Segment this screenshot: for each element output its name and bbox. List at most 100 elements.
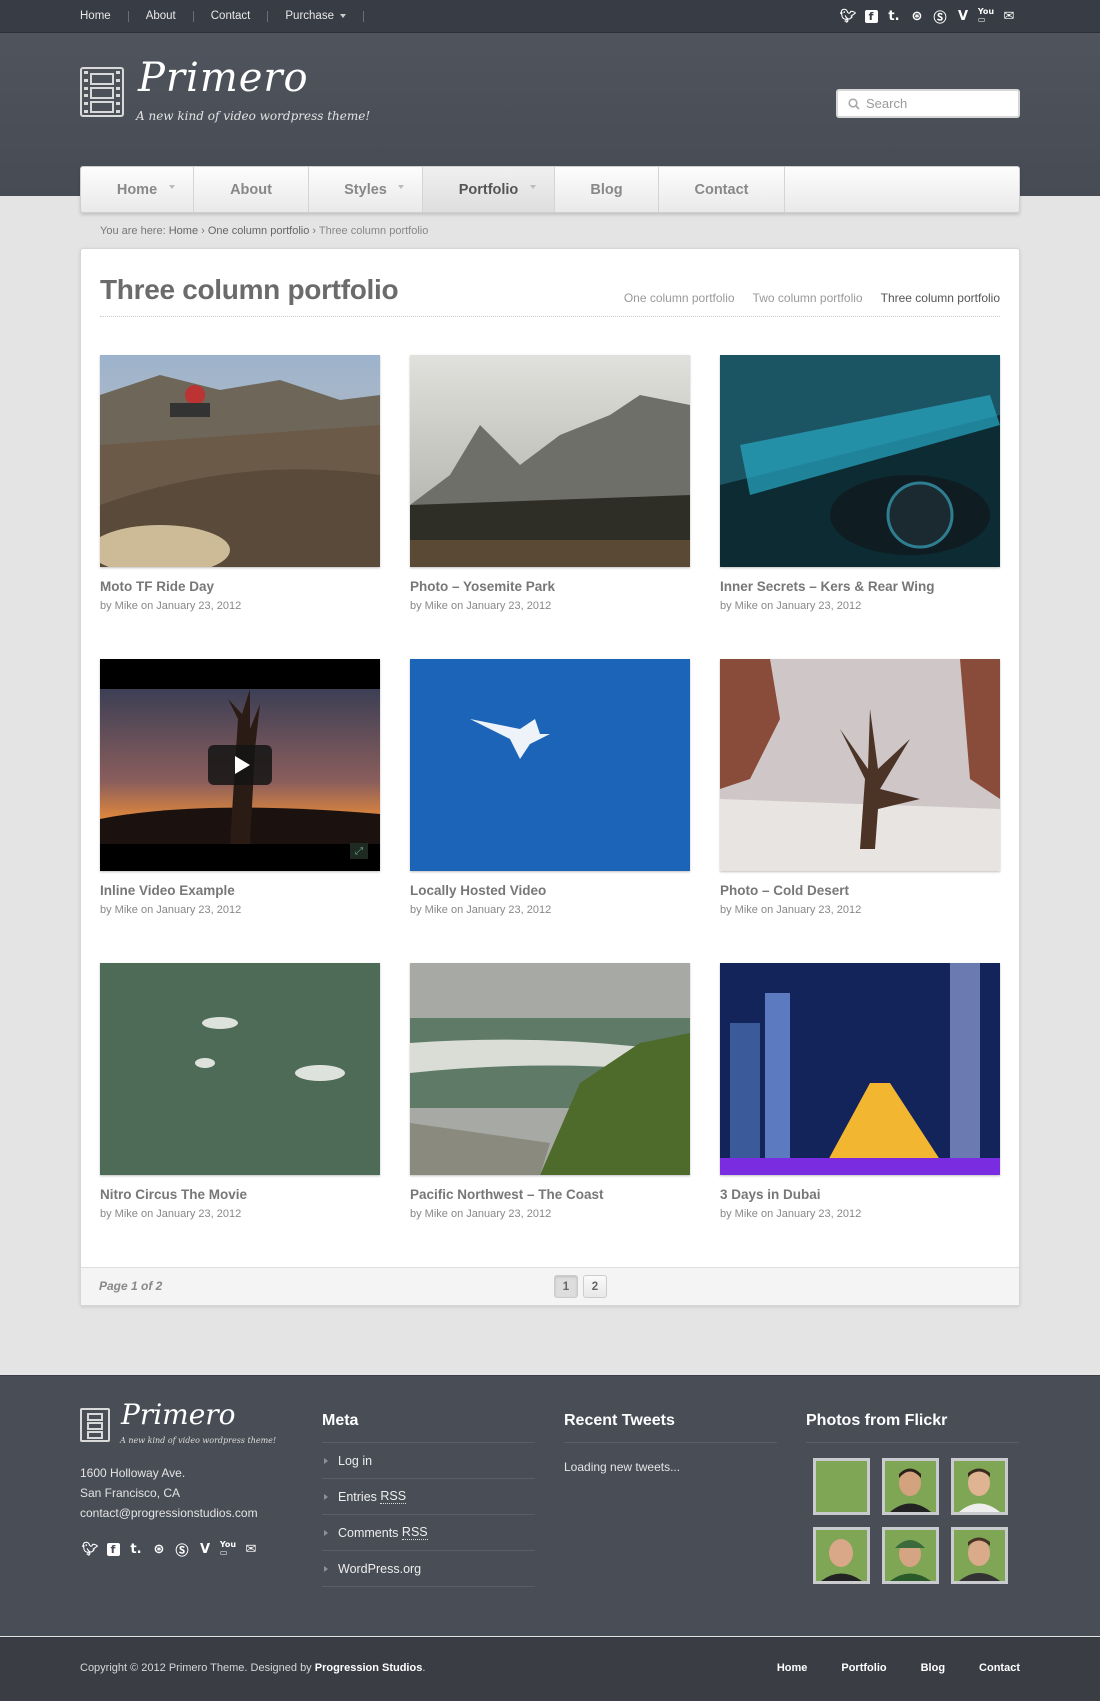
nav-about[interactable]: About [194, 167, 309, 212]
portfolio-item[interactable]: Photo – Yosemite Park by Mike on January… [410, 355, 690, 612]
topnav-home[interactable]: Home [80, 10, 111, 22]
portfolio-item[interactable]: ⤢ Inline Video Example by Mike on Januar… [100, 659, 380, 916]
contact-email[interactable]: contact@progressionstudios.com [80, 1503, 258, 1523]
twitter-icon[interactable]: 🐦︎ [838, 6, 858, 26]
flickr-photo[interactable] [813, 1458, 870, 1515]
portfolio-item[interactable]: 3 Days in Dubai by Mike on January 23, 2… [720, 963, 1000, 1220]
meta-link-login[interactable]: Log in [322, 1443, 535, 1479]
meta-link-comments-rss[interactable]: Comments RSS [322, 1515, 535, 1551]
dribbble-icon[interactable]: ⊛ [907, 6, 927, 26]
flickr-photo[interactable] [882, 1527, 939, 1584]
portfolio-item[interactable]: Nitro Circus The Movie by Mike on Januar… [100, 963, 380, 1220]
page-button-1[interactable]: 1 [554, 1275, 578, 1298]
portfolio-thumbnail[interactable] [100, 355, 380, 567]
search-input[interactable] [866, 96, 1006, 111]
portfolio-item[interactable]: Moto TF Ride Day by Mike on January 23, … [100, 355, 380, 612]
play-icon[interactable] [208, 745, 272, 785]
footer-nav-blog[interactable]: Blog [921, 1662, 945, 1674]
facebook-icon[interactable]: f [861, 6, 881, 26]
portfolio-thumbnail[interactable] [410, 963, 690, 1175]
breadcrumb: You are here: Home › One column portfoli… [100, 225, 429, 237]
portfolio-thumbnail[interactable] [720, 963, 1000, 1175]
footer-nav-portfolio[interactable]: Portfolio [841, 1662, 886, 1674]
portfolio-item[interactable]: Pacific Northwest – The Coast by Mike on… [410, 963, 690, 1220]
video-player[interactable]: ⤢ [100, 659, 380, 871]
nav-styles-label: Styles [344, 181, 387, 198]
flickr-photo[interactable] [951, 1458, 1008, 1515]
topnav-contact[interactable]: Contact [211, 10, 251, 22]
email-icon[interactable]: ✉ [241, 1539, 261, 1559]
dribbble-icon[interactable]: ⊛ [149, 1539, 169, 1559]
title-divider [100, 316, 1000, 317]
portfolio-item[interactable]: Inner Secrets – Kers & Rear Wing by Mike… [720, 355, 1000, 612]
portfolio-thumbnail[interactable] [720, 659, 1000, 871]
portfolio-item-title[interactable]: Photo – Cold Desert [720, 883, 1000, 898]
tumblr-icon[interactable]: t. [884, 6, 904, 26]
footer-nav-home[interactable]: Home [777, 1662, 808, 1674]
film-holes [84, 71, 88, 113]
page-button-2[interactable]: 2 [583, 1275, 607, 1298]
page-title: Three column portfolio [100, 274, 399, 305]
designer-link[interactable]: Progression Studios [315, 1662, 423, 1674]
fullscreen-icon[interactable]: ⤢ [350, 843, 368, 859]
footer-logo[interactable]: Primero [121, 1398, 236, 1431]
portfolio-item-title[interactable]: Pacific Northwest – The Coast [410, 1187, 690, 1202]
breadcrumb-home[interactable]: Home [169, 225, 198, 237]
tumblr-icon[interactable]: t. [126, 1539, 146, 1559]
tab-one-column[interactable]: One column portfolio [624, 291, 735, 305]
search-icon [848, 97, 860, 110]
site-logo[interactable]: Primero [138, 55, 309, 101]
meta-link-entries-rss[interactable]: Entries RSS [322, 1479, 535, 1515]
meta-link-label: Log in [338, 1453, 373, 1468]
youtube-icon[interactable]: You ▭ [976, 6, 996, 26]
portfolio-item-title[interactable]: Nitro Circus The Movie [100, 1187, 380, 1202]
vimeo-icon[interactable]: V [953, 6, 973, 26]
nav-portfolio-label: Portfolio [458, 181, 519, 198]
flickr-photo[interactable] [882, 1458, 939, 1515]
main-nav: Home About Styles Portfolio Blog Contact [80, 166, 1020, 213]
vimeo-icon[interactable]: V [195, 1539, 215, 1559]
nav-blog[interactable]: Blog [555, 167, 659, 212]
portfolio-item-title[interactable]: Locally Hosted Video [410, 883, 690, 898]
meta-link-wordpress[interactable]: WordPress.org [322, 1551, 535, 1587]
skype-icon[interactable]: Ⓢ [172, 1539, 192, 1559]
topnav-about[interactable]: About [146, 10, 176, 22]
portfolio-item-title[interactable]: Moto TF Ride Day [100, 579, 380, 594]
breadcrumb-parent[interactable]: One column portfolio [208, 225, 310, 237]
site-tagline: A new kind of video wordpress theme! [136, 109, 371, 123]
flickr-photo[interactable] [813, 1527, 870, 1584]
nav-home[interactable]: Home [81, 167, 194, 212]
email-icon[interactable]: ✉ [999, 6, 1019, 26]
portfolio-thumbnail[interactable] [720, 355, 1000, 567]
pagination: 1 2 [554, 1275, 607, 1298]
portfolio-thumbnail[interactable] [100, 963, 380, 1175]
flickr-photo[interactable] [951, 1527, 1008, 1584]
tab-three-column[interactable]: Three column portfolio [881, 291, 1000, 305]
nav-portfolio[interactable]: Portfolio [423, 167, 555, 212]
portfolio-item[interactable]: Locally Hosted Video by Mike on January … [410, 659, 690, 916]
portfolio-item-meta: by Mike on January 23, 2012 [410, 904, 552, 916]
portfolio-thumbnail[interactable] [410, 355, 690, 567]
portfolio-item-title[interactable]: 3 Days in Dubai [720, 1187, 1000, 1202]
bottom-bar: Copyright © 2012 Primero Theme. Designed… [0, 1637, 1100, 1701]
footer-tagline: A new kind of video wordpress theme! [120, 1436, 277, 1445]
facebook-icon[interactable]: f [103, 1539, 123, 1559]
site-footer: Primero A new kind of video wordpress th… [0, 1375, 1100, 1636]
nav-contact[interactable]: Contact [659, 167, 785, 212]
portfolio-item[interactable]: Photo – Cold Desert by Mike on January 2… [720, 659, 1000, 916]
portfolio-item-meta: by Mike on January 23, 2012 [100, 904, 242, 916]
twitter-icon[interactable]: 🐦︎ [80, 1539, 100, 1559]
topnav-purchase[interactable]: Purchase [285, 10, 346, 22]
tab-two-column[interactable]: Two column portfolio [753, 291, 863, 305]
footer-nav-contact[interactable]: Contact [979, 1662, 1020, 1674]
portfolio-thumbnail[interactable] [410, 659, 690, 871]
search-box[interactable] [836, 89, 1020, 118]
youtube-icon[interactable]: You ▭ [218, 1539, 238, 1559]
skype-icon[interactable]: Ⓢ [930, 6, 950, 26]
film-frame [87, 1431, 103, 1439]
portfolio-item-meta: by Mike on January 23, 2012 [100, 1208, 242, 1220]
portfolio-item-title[interactable]: Inline Video Example [100, 883, 380, 898]
portfolio-item-title[interactable]: Photo – Yosemite Park [410, 579, 690, 594]
portfolio-item-title[interactable]: Inner Secrets – Kers & Rear Wing [720, 579, 1000, 594]
nav-styles[interactable]: Styles [309, 167, 423, 212]
